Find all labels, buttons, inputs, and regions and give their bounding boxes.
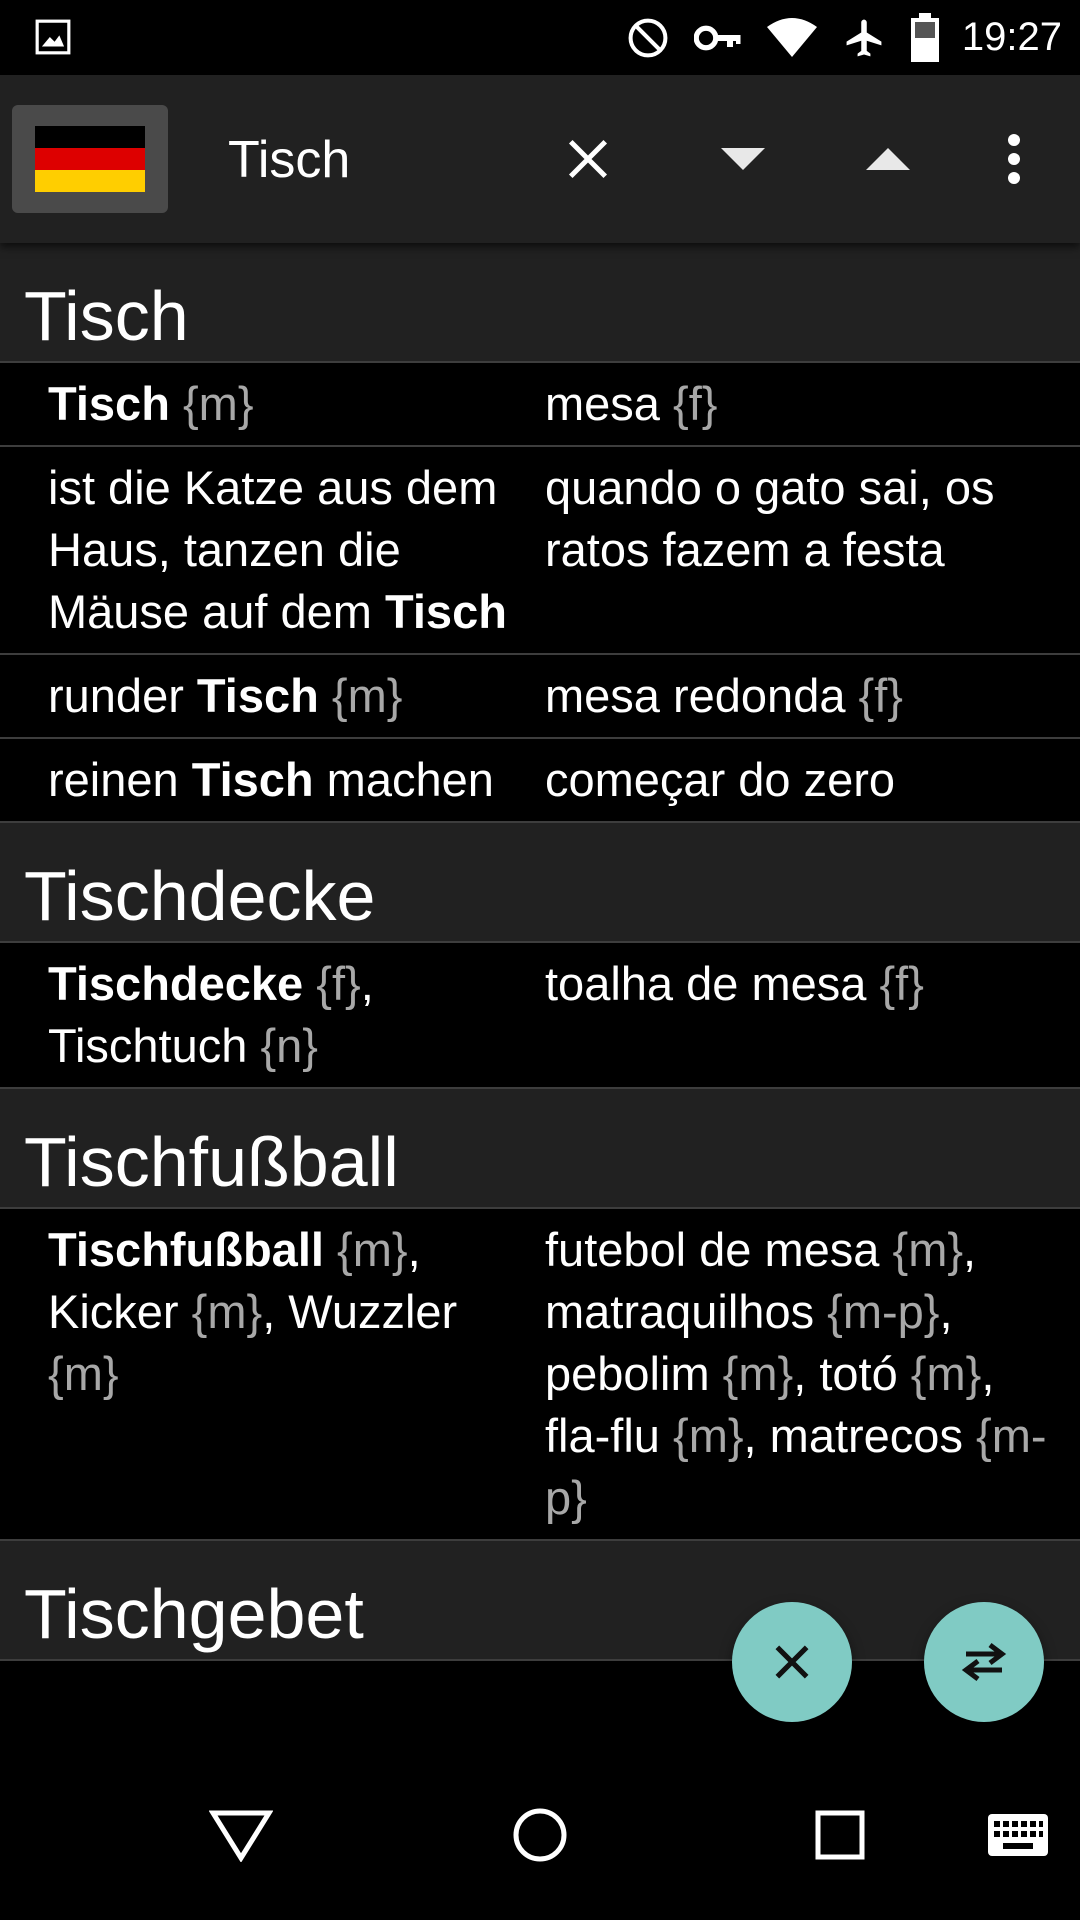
translation-row[interactable]: runder Tisch {m} mesa redonda {f} [0,655,1080,739]
arrow-down-icon [721,148,765,170]
section-header: Tischdecke [0,823,1080,943]
portuguese-translation: mesa {f} [545,373,1080,435]
back-icon [209,1810,273,1862]
back-button[interactable] [186,1780,296,1890]
german-term-text: Tischdecke {f}, Tischtuch {n} [48,957,386,1072]
wifi-icon [766,17,818,59]
portuguese-translation-text: mesa redonda {f} [545,669,903,722]
portuguese-translation-text: mesa {f} [545,377,718,430]
arrow-up-icon [866,148,910,170]
germany-flag-icon [35,126,145,192]
portuguese-translation-text: começar do zero [545,753,896,806]
keyboard-icon [988,1814,1048,1856]
vpn-key-icon [693,23,742,53]
navigation-bar [0,1750,1080,1920]
portuguese-translation: quando o gato sai, os ratos fazem a fest… [545,457,1080,643]
translation-row[interactable]: reinen Tisch machen começar do zero [0,739,1080,823]
translation-row[interactable]: Tisch {m} mesa {f} [0,363,1080,447]
portuguese-translation-text: quando o gato sai, os ratos fazem a fest… [545,461,1008,576]
german-term-text: reinen Tisch machen [48,753,494,806]
swap-languages-icon [961,1643,1007,1681]
german-term-text: Tischfußball {m}, Kicker {m}, Wuzzler {m… [48,1223,471,1400]
german-term-text: Tisch {m} [48,377,254,430]
german-term: Tischdecke {f}, Tischtuch {n} [0,953,545,1077]
portuguese-translation: mesa redonda {f} [545,665,1080,727]
app-toolbar [0,75,1080,243]
home-icon [513,1808,567,1862]
translation-row[interactable]: Tischfußball {m}, Kicker {m}, Wuzzler {m… [0,1209,1080,1541]
more-vert-icon [1008,134,1020,184]
portuguese-translation-text: toalha de mesa {f} [545,957,924,1010]
recents-icon [815,1810,865,1860]
close-icon [775,1645,809,1679]
portuguese-translation-text: futebol de mesa {m}, matraquilhos {m-p},… [545,1223,1047,1524]
recents-button[interactable] [785,1780,895,1890]
german-term: ist die Katze aus dem Haus, tanzen die M… [0,457,545,643]
german-term: runder Tisch {m} [0,665,545,727]
close-icon [568,139,608,179]
previous-result-button[interactable] [848,119,928,199]
section-header-title: Tischfußball [24,1123,399,1201]
section-header-title: Tischgebet [24,1575,364,1653]
dnd-icon [626,16,670,60]
language-selector-button[interactable] [12,105,168,213]
search-input[interactable] [228,125,528,195]
status-bar: 19:27 [0,0,1080,75]
home-button[interactable] [485,1780,595,1890]
german-term: Tisch {m} [0,373,545,435]
image-icon [34,18,72,60]
german-term: reinen Tisch machen [0,749,545,811]
translation-row[interactable]: ist die Katze aus dem Haus, tanzen die M… [0,447,1080,655]
portuguese-translation: toalha de mesa {f} [545,953,1080,1077]
german-term-text: runder Tisch {m} [48,669,403,722]
portuguese-translation: começar do zero [545,749,1080,811]
portuguese-translation: futebol de mesa {m}, matraquilhos {m-p},… [545,1219,1080,1529]
results-list[interactable]: Tisch Tisch {m} mesa {f} ist die Katze aus … [0,243,1080,1750]
german-term: Tischfußball {m}, Kicker {m}, Wuzzler {m… [0,1219,545,1529]
airplane-icon [842,16,886,60]
clear-search-button[interactable] [548,119,628,199]
clear-fab-button[interactable] [732,1602,852,1722]
german-term-text: ist die Katze aus dem Haus, tanzen die M… [48,461,511,638]
section-header: Tischgebet [0,1541,1080,1661]
section-header-title: Tisch [24,277,189,355]
next-result-button[interactable] [703,119,783,199]
section-header: Tischfußball [0,1089,1080,1209]
battery-icon [910,12,940,63]
overflow-menu-button[interactable] [974,119,1054,199]
swap-languages-button[interactable] [924,1602,1044,1722]
translation-row[interactable]: Tischdecke {f}, Tischtuch {n} toalha de m… [0,943,1080,1089]
section-header: Tisch [0,243,1080,363]
section-header-title: Tischdecke [24,857,376,935]
keyboard-button[interactable] [963,1780,1073,1890]
status-time: 19:27 [961,15,1062,59]
